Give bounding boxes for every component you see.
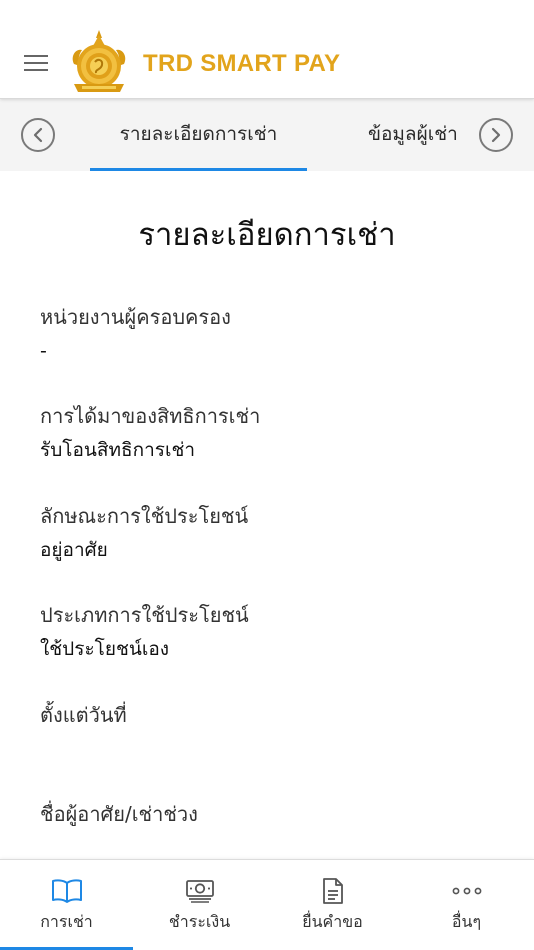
nav-item-request[interactable]: ยื่นคำขอ (266, 860, 399, 950)
nav-label: การเช่า (40, 912, 93, 931)
field-lease-acquisition: การได้มาของสิทธิการเช่า รับโอนสิทธิการเช… (40, 401, 500, 465)
nav-item-payment[interactable]: ชำระเงิน (133, 860, 266, 950)
field-value (40, 833, 500, 859)
book-icon (51, 879, 82, 903)
tab-tenant-info[interactable]: ข้อมูลผู้เช่า (368, 99, 466, 171)
field-label: ลักษณะการใช้ประโยชน์ (40, 504, 249, 528)
trd-logo-icon (72, 30, 126, 92)
section-tab-bar: รายละเอียดการเช่า ข้อมูลผู้เช่า (0, 99, 534, 171)
nav-label: อื่นๆ (451, 912, 482, 931)
hamburger-menu-button[interactable] (18, 48, 54, 78)
field-value: - (40, 340, 47, 362)
app-title: TRD SMART PAY (143, 50, 341, 77)
field-label: หน่วยงานผู้ครอบครอง (40, 305, 231, 329)
field-label: ประเภทการใช้ประโยชน์ (40, 603, 249, 627)
bottom-navigation: การเช่า ชำระเงิน ยื่นคำขอ อื่นๆ (0, 859, 534, 950)
field-holding-agency: หน่วยงานผู้ครอบครอง - (40, 302, 500, 366)
chevron-left-icon (33, 127, 43, 143)
tab-next-button[interactable] (479, 118, 513, 152)
field-value: อยู่อาศัย (40, 539, 108, 561)
document-icon (322, 878, 343, 904)
nav-item-rental[interactable]: การเช่า (0, 860, 133, 950)
nav-label: ยื่นคำขอ (302, 912, 363, 931)
field-start-date: ตั้งแต่วันที่ (40, 700, 500, 764)
field-label: ชื่อผู้อาศัย/เช่าช่วง (40, 802, 198, 826)
field-occupant-name: ชื่อผู้อาศัย/เช่าช่วง (40, 799, 500, 859)
field-label: ตั้งแต่วันที่ (40, 703, 127, 727)
app-header: TRD SMART PAY (0, 0, 534, 99)
more-dots-icon (452, 887, 481, 895)
field-usage-type: ประเภทการใช้ประโยชน์ ใช้ประโยชน์เอง (40, 600, 500, 664)
field-value: ใช้ประโยชน์เอง (40, 638, 170, 660)
tab-prev-button[interactable] (21, 118, 55, 152)
banknote-icon (185, 880, 214, 903)
rental-details-content: รายละเอียดการเช่า หน่วยงานผู้ครอบครอง - … (0, 171, 534, 859)
field-usage-characteristic: ลักษณะการใช้ประโยชน์ อยู่อาศัย (40, 501, 500, 565)
hamburger-icon (24, 55, 48, 71)
field-value (40, 734, 500, 764)
nav-label: ชำระเงิน (168, 912, 231, 931)
field-label: การได้มาของสิทธิการเช่า (40, 404, 261, 428)
tab-rental-details[interactable]: รายละเอียดการเช่า (90, 99, 307, 171)
page-title: รายละเอียดการเช่า (138, 217, 396, 253)
nav-item-more[interactable]: อื่นๆ (400, 860, 533, 950)
chevron-right-icon (491, 127, 501, 143)
field-value: รับโอนสิทธิการเช่า (40, 439, 196, 461)
